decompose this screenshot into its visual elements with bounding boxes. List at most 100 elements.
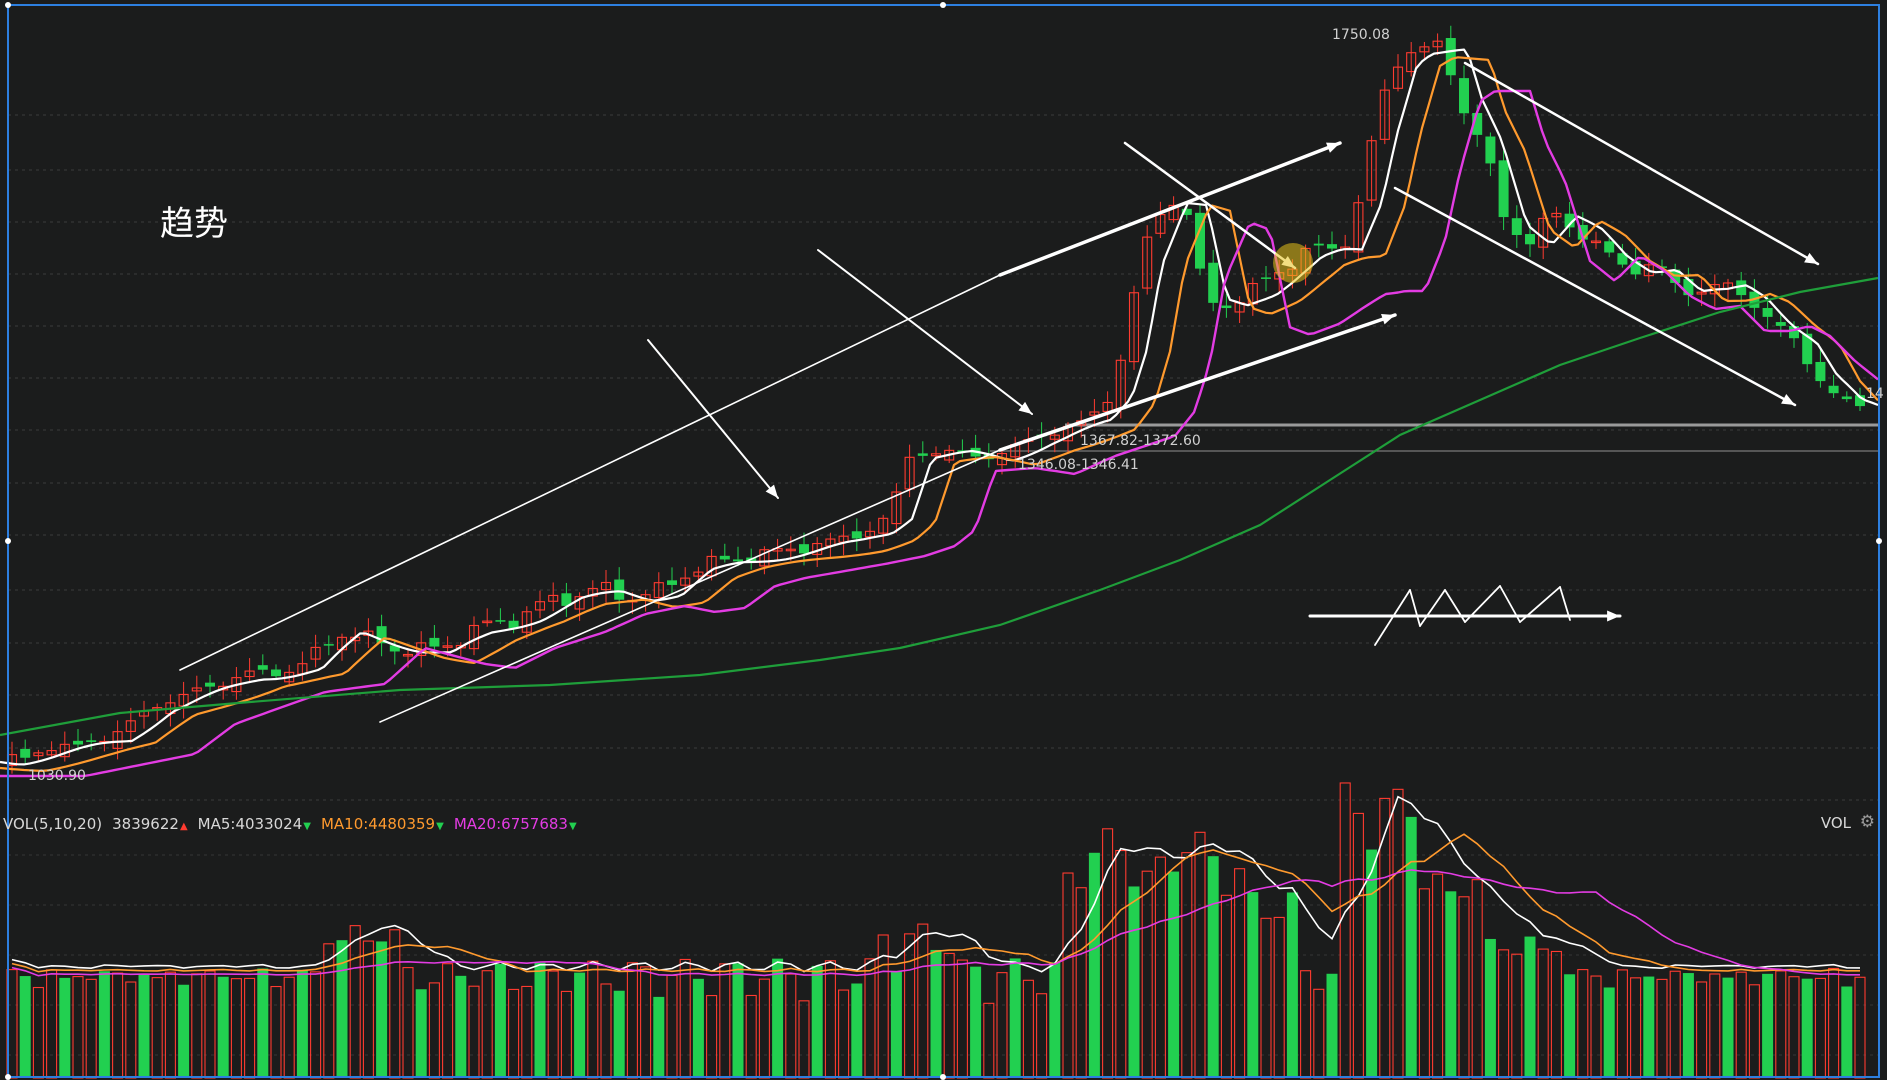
volume-bar <box>257 968 269 1078</box>
down-arrow-icon: ▼ <box>436 821 444 832</box>
volume-bar <box>1603 987 1615 1078</box>
volume-ma10-text: MA10:4480359 <box>320 815 436 833</box>
volume-bar <box>376 941 388 1078</box>
volume-bar <box>1524 936 1536 1078</box>
volume-bar <box>1286 892 1298 1078</box>
volume-bar <box>930 949 942 1078</box>
volume-bar <box>1207 856 1219 1078</box>
candle-body <box>205 682 215 687</box>
volume-bar <box>1484 938 1496 1078</box>
volume-bar <box>296 969 308 1078</box>
candle-body <box>1815 361 1826 382</box>
volume-bar <box>494 964 506 1078</box>
candle-body <box>733 559 743 562</box>
volume-bar <box>851 983 863 1078</box>
volume-bar <box>1049 962 1061 1078</box>
price-low-label: 1030.90 <box>28 768 86 784</box>
volume-bar <box>1762 973 1774 1078</box>
candle-body <box>1841 396 1852 400</box>
candle-body <box>1525 234 1535 245</box>
selection-handle <box>5 538 11 544</box>
volume-bar <box>772 958 784 1078</box>
candle-body <box>271 669 281 677</box>
volume-bar <box>574 972 586 1078</box>
volume-bar <box>98 971 110 1078</box>
candle-body <box>799 544 809 554</box>
candle-body <box>1511 218 1522 235</box>
candle-body <box>1485 136 1496 164</box>
volume-bar <box>415 989 427 1078</box>
volume-bar <box>890 971 902 1078</box>
volume-bar <box>138 973 150 1078</box>
selection-handle <box>940 1074 946 1080</box>
volume-ma5-text: MA5:4033024 <box>197 815 303 833</box>
candle-body <box>1498 160 1509 218</box>
price-high-label: 1750.08 <box>1332 27 1390 43</box>
annotation-title: 趋势 <box>160 204 228 244</box>
volume-value-text: 3839622 <box>112 815 179 833</box>
candle-body <box>851 531 862 539</box>
volume-bar <box>1841 986 1853 1078</box>
candle-body <box>20 748 31 758</box>
candle-body <box>719 555 730 560</box>
volume-bar <box>1564 974 1576 1078</box>
volume-bar <box>1801 978 1813 1078</box>
up-arrow-icon: ▲ <box>179 821 188 832</box>
volume-bar <box>1168 871 1180 1078</box>
candle-body <box>1445 38 1456 76</box>
candle-body <box>667 580 677 585</box>
volume-bar <box>1445 891 1457 1078</box>
volume-bar <box>1247 892 1259 1078</box>
volume-bar <box>217 976 229 1078</box>
candle-body <box>1604 241 1615 253</box>
selection-handle <box>5 1074 11 1080</box>
candle-body <box>429 637 440 647</box>
volume-bar <box>1326 973 1338 1078</box>
down-arrow-icon: ▼ <box>568 821 577 832</box>
volume-bar <box>59 977 71 1078</box>
candle-body <box>917 453 928 456</box>
volume-bar <box>1128 886 1140 1078</box>
volume-ma20: MA20:6757683▼ <box>454 815 577 833</box>
volume-panel-label: VOL <box>1820 814 1851 832</box>
candle-body <box>1459 78 1469 114</box>
down-arrow-icon: ▼ <box>303 821 311 832</box>
volume-bar <box>178 984 190 1078</box>
candle-body <box>257 665 268 670</box>
volume-value: 3839622▲ <box>112 815 188 833</box>
gear-icon[interactable]: ⚙ <box>1860 812 1875 832</box>
volume-bar <box>19 976 31 1078</box>
candle-body <box>1762 308 1773 317</box>
volume-ma10: MA10:4480359▼ <box>321 815 444 833</box>
candle-body <box>1775 322 1786 326</box>
candle-body <box>614 579 625 600</box>
volume-bar <box>653 996 665 1078</box>
candle-body <box>1313 243 1324 246</box>
volume-bar <box>811 965 823 1078</box>
volume-bar <box>1722 977 1734 1078</box>
volume-bar <box>970 966 982 1078</box>
highlight-marker <box>1273 243 1313 283</box>
volume-bar <box>534 962 546 1078</box>
zone-lower-label: 1346.08-1346.41 <box>1018 457 1139 473</box>
candle-body <box>86 740 97 742</box>
volume-bar <box>1366 849 1378 1078</box>
volume-bar <box>1009 958 1021 1078</box>
volume-bar <box>613 990 625 1078</box>
right-edge-label: 14 <box>1866 386 1884 402</box>
volume-bar <box>455 975 467 1078</box>
candle-body <box>1327 244 1337 249</box>
volume-bar <box>1643 976 1655 1078</box>
volume-bar <box>1405 816 1417 1078</box>
selection-handle <box>5 2 11 8</box>
volume-ma20-text: MA20:6757683 <box>453 815 568 833</box>
candle-body <box>323 644 334 646</box>
selection-handle <box>940 2 946 8</box>
candle-body <box>1221 305 1232 309</box>
candle-body <box>73 740 83 745</box>
volume-indicator-name: VOL(5,10,20) <box>3 815 103 833</box>
volume-ma5: MA5:4033024▼ <box>198 815 311 833</box>
candle-body <box>1208 262 1219 303</box>
candle-body <box>1828 385 1839 394</box>
candle-body <box>495 620 506 622</box>
